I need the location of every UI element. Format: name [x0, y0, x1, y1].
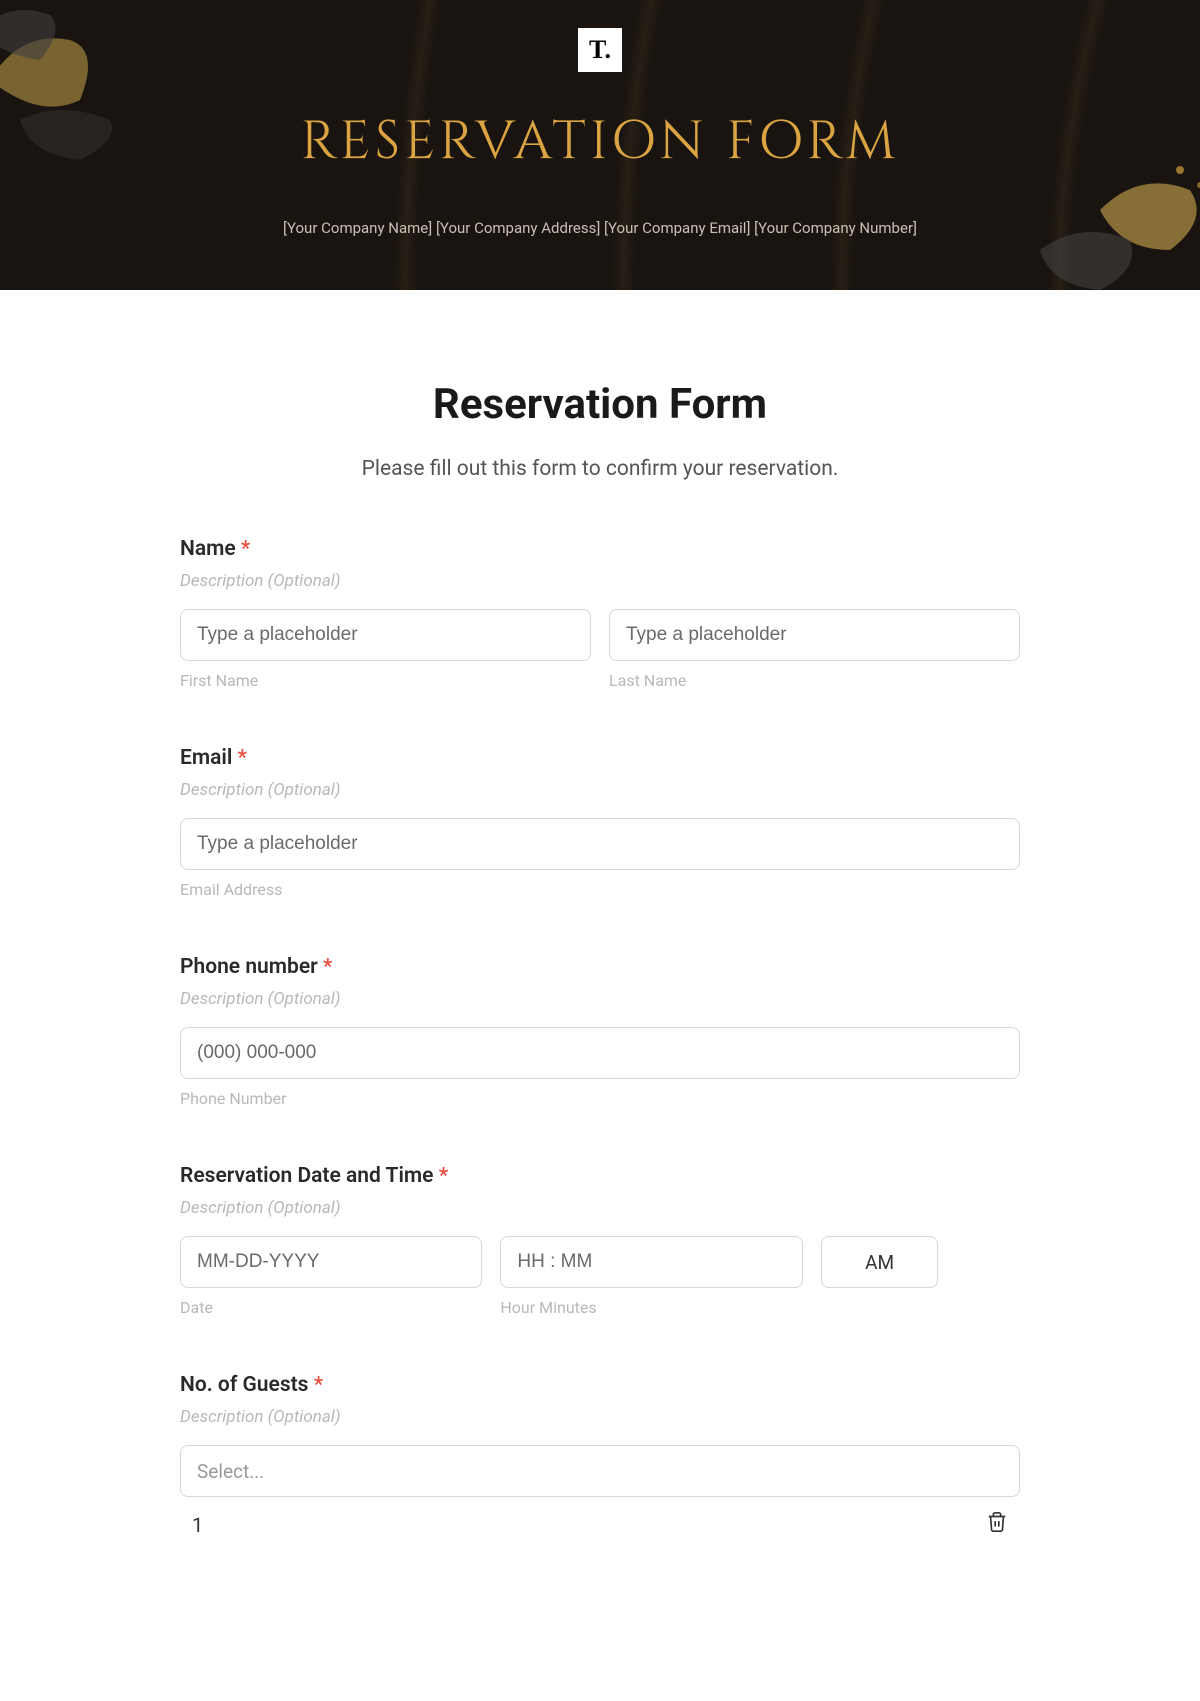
last-name-sublabel: Last Name	[609, 671, 1020, 690]
phone-label: Phone number *	[180, 955, 1020, 979]
email-description[interactable]: Description (Optional)	[180, 780, 1020, 800]
ampm-toggle[interactable]: AM	[821, 1236, 939, 1288]
first-name-sublabel: First Name	[180, 671, 591, 690]
field-name: Name * Description (Optional) First Name…	[180, 537, 1020, 690]
phone-label-text: Phone number	[180, 955, 318, 979]
guests-select[interactable]: Select...	[180, 1445, 1020, 1497]
email-label: Email *	[180, 746, 1020, 770]
time-sublabel: Hour Minutes	[500, 1298, 802, 1317]
email-label-text: Email	[180, 746, 232, 770]
logo-icon: T.	[578, 28, 622, 72]
required-mark: *	[323, 955, 332, 979]
date-sublabel: Date	[180, 1298, 482, 1317]
name-label: Name *	[180, 537, 1020, 561]
datetime-label: Reservation Date and Time *	[180, 1164, 1020, 1188]
field-phone: Phone number * Description (Optional) Ph…	[180, 955, 1020, 1108]
phone-description[interactable]: Description (Optional)	[180, 989, 1020, 1009]
required-mark: *	[238, 746, 247, 770]
guests-description[interactable]: Description (Optional)	[180, 1407, 1020, 1427]
time-input[interactable]	[500, 1236, 802, 1288]
phone-sublabel: Phone Number	[180, 1089, 1020, 1108]
form-container: Reservation Form Please fill out this fo…	[140, 290, 1060, 1578]
field-datetime: Reservation Date and Time * Description …	[180, 1164, 1020, 1317]
required-mark: *	[439, 1164, 448, 1188]
datetime-description[interactable]: Description (Optional)	[180, 1198, 1020, 1218]
required-mark: *	[314, 1373, 323, 1397]
guests-label-text: No. of Guests	[180, 1373, 308, 1397]
phone-input[interactable]	[180, 1027, 1020, 1079]
first-name-input[interactable]	[180, 609, 591, 661]
form-title: Reservation Form	[180, 380, 1020, 429]
last-name-input[interactable]	[609, 609, 1020, 661]
email-input[interactable]	[180, 818, 1020, 870]
required-mark: *	[241, 537, 250, 561]
guests-option-1[interactable]: 1	[192, 1513, 203, 1537]
field-email: Email * Description (Optional) Email Add…	[180, 746, 1020, 899]
datetime-label-text: Reservation Date and Time	[180, 1164, 433, 1188]
trash-icon[interactable]	[986, 1511, 1008, 1538]
field-guests: No. of Guests * Description (Optional) S…	[180, 1373, 1020, 1538]
banner-title: RESERVATION FORM	[300, 106, 899, 179]
email-sublabel: Email Address	[180, 880, 1020, 899]
banner-subtitle: [Your Company Name] [Your Company Addres…	[283, 219, 917, 237]
guests-option-row: 1	[180, 1497, 1020, 1538]
name-label-text: Name	[180, 537, 236, 561]
guests-label: No. of Guests *	[180, 1373, 1020, 1397]
leaf-decoration-top-left-icon	[0, 0, 180, 180]
leaf-decoration-bottom-right-icon	[980, 130, 1200, 290]
form-subtitle: Please fill out this form to confirm you…	[180, 457, 1020, 481]
name-description[interactable]: Description (Optional)	[180, 571, 1020, 591]
banner-header: T. RESERVATION FORM [Your Company Name] …	[0, 0, 1200, 290]
date-input[interactable]	[180, 1236, 482, 1288]
